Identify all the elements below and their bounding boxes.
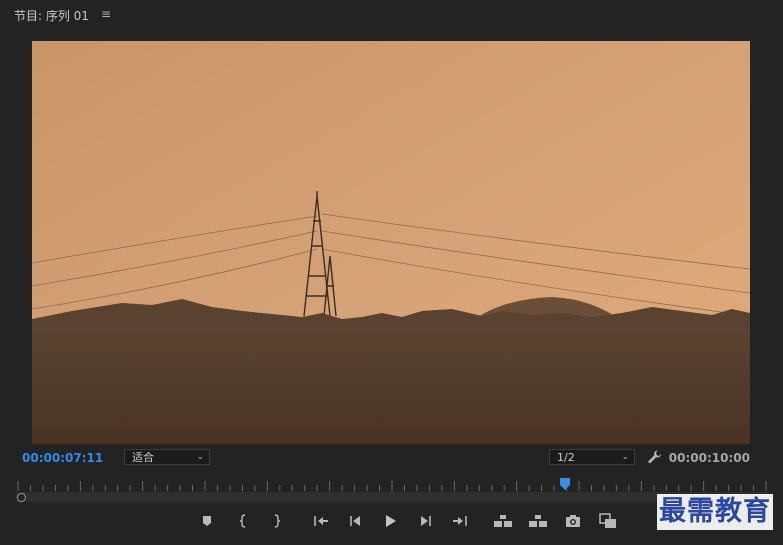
duration-timecode: 00:00:10:00 — [668, 451, 750, 465]
wrench-icon[interactable] — [647, 449, 663, 465]
resolution-value: 1/2 — [557, 451, 575, 464]
time-ruler[interactable] — [16, 478, 768, 492]
compare-view-icon[interactable] — [596, 509, 620, 533]
scrub-bar[interactable] — [16, 492, 768, 502]
mark-out-icon[interactable] — [264, 509, 288, 533]
go-to-out-icon[interactable] — [448, 509, 472, 533]
chevron-down-icon: ⌄ — [621, 452, 629, 462]
video-frame-image — [32, 41, 750, 444]
zoom-level-value: 适合 — [132, 451, 154, 464]
hamburger-menu-icon[interactable]: ≡ — [101, 7, 111, 21]
go-to-in-icon[interactable] — [309, 509, 333, 533]
current-timecode[interactable]: 00:00:07:11 — [22, 451, 103, 465]
panel-title[interactable]: 节目: 序列 01 — [14, 7, 89, 24]
watermark-logo: 最需教育 — [657, 494, 773, 530]
playback-resolution-select[interactable]: 1/2 ⌄ — [549, 449, 635, 465]
chevron-down-icon: ⌄ — [196, 452, 204, 462]
zoom-scroll-handle[interactable] — [17, 493, 26, 502]
extract-icon[interactable] — [526, 509, 550, 533]
panel-header: 节目: 序列 01 ≡ — [0, 0, 783, 28]
step-back-icon[interactable] — [343, 509, 367, 533]
zoom-level-select[interactable]: 适合 ⌄ — [124, 449, 210, 465]
lift-icon[interactable] — [491, 509, 515, 533]
step-forward-icon[interactable] — [414, 509, 438, 533]
mark-in-icon[interactable] — [232, 509, 256, 533]
export-frame-icon[interactable] — [561, 509, 585, 533]
play-icon[interactable] — [378, 509, 402, 533]
playhead[interactable] — [559, 477, 571, 491]
program-viewer[interactable] — [32, 41, 750, 444]
add-marker-icon[interactable] — [195, 509, 219, 533]
program-monitor-panel: 节目: 序列 01 ≡ 00:00:07:11 适合 ⌄ 1/2 ⌄ 00:00… — [0, 0, 783, 545]
